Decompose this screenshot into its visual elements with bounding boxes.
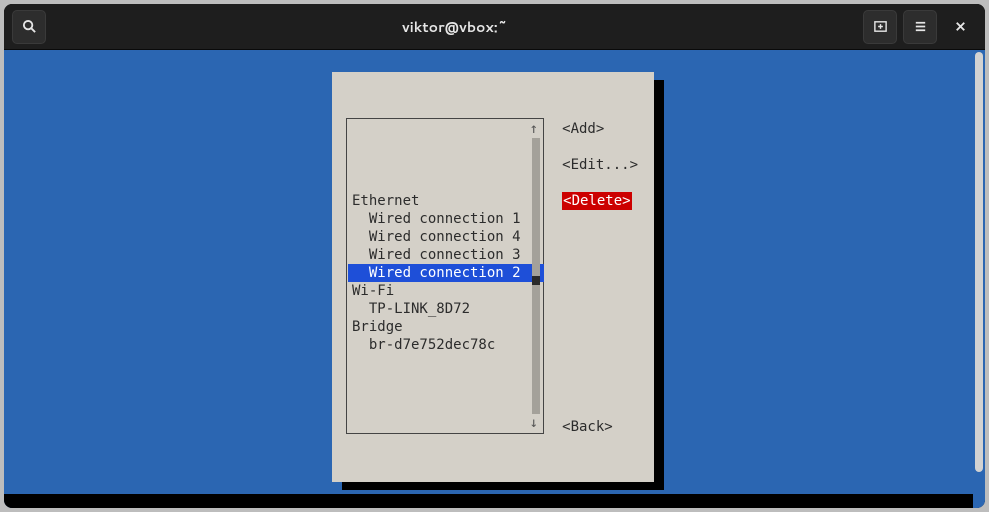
nmtui-dialog: ↑ ↓ Ethernet Wired connection 1 Wired co… — [332, 72, 654, 482]
list-scrollbar-thumb[interactable] — [532, 276, 540, 285]
edit-button[interactable]: <Edit...> — [562, 156, 638, 174]
connection-item[interactable]: br-d7e752dec78c — [348, 336, 544, 354]
list-scrollbar[interactable] — [532, 138, 540, 414]
terminal-window: viktor@vbox:~ — [4, 4, 985, 508]
connection-item[interactable]: TP-LINK_8D72 — [348, 300, 544, 318]
back-button[interactable]: <Back> — [562, 418, 638, 436]
search-button[interactable] — [12, 10, 46, 44]
add-button[interactable]: <Add> — [562, 120, 638, 138]
terminal-scrollbar[interactable] — [973, 50, 985, 508]
scroll-down-arrow[interactable]: ↓ — [530, 414, 538, 432]
terminal-scrollbar-thumb[interactable] — [975, 52, 983, 472]
new-tab-icon — [873, 19, 888, 34]
delete-button[interactable]: <Delete> — [562, 192, 638, 210]
close-button[interactable] — [943, 10, 977, 44]
scroll-up-arrow[interactable]: ↑ — [530, 120, 538, 138]
connection-group-header: Bridge — [348, 318, 544, 336]
connection-item[interactable]: Wired connection 2 — [348, 264, 544, 282]
connection-list[interactable]: ↑ ↓ Ethernet Wired connection 1 Wired co… — [346, 118, 544, 434]
terminal-bottom-strip — [4, 494, 973, 508]
terminal-viewport: ↑ ↓ Ethernet Wired connection 1 Wired co… — [4, 50, 985, 508]
connection-item[interactable]: Wired connection 3 — [348, 246, 544, 264]
connection-group-header: Wi-Fi — [348, 282, 544, 300]
connection-item[interactable]: Wired connection 1 — [348, 210, 544, 228]
menu-button[interactable] — [903, 10, 937, 44]
search-icon — [22, 19, 37, 34]
hamburger-icon — [913, 19, 928, 34]
connection-item[interactable]: Wired connection 4 — [348, 228, 544, 246]
connection-group-header: Ethernet — [348, 192, 544, 210]
new-tab-button[interactable] — [863, 10, 897, 44]
window-title: viktor@vbox:~ — [46, 17, 863, 37]
titlebar: viktor@vbox:~ — [4, 4, 985, 50]
close-icon — [953, 19, 968, 34]
